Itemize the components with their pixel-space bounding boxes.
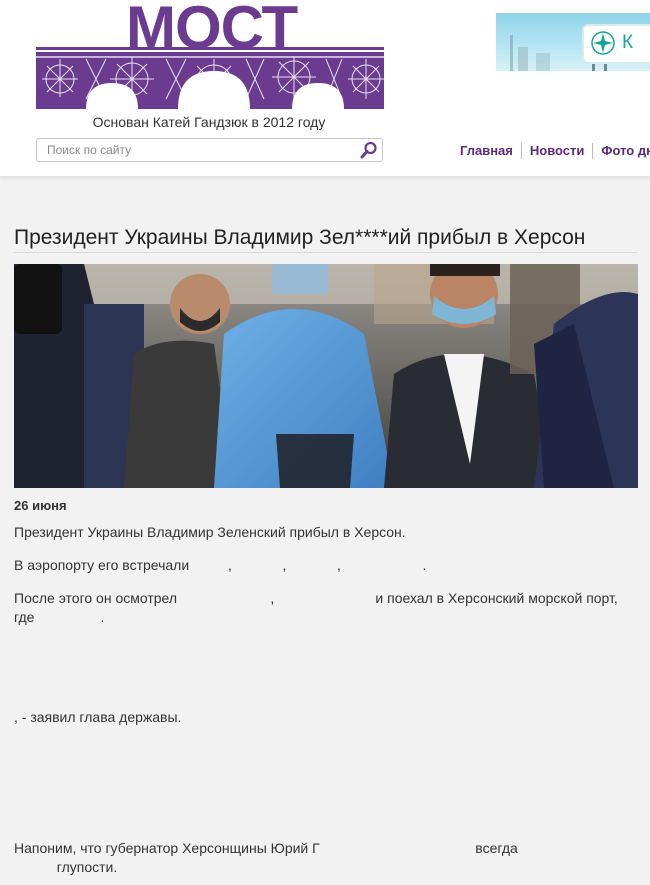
ad-sign: К [582,24,650,64]
article-paragraph: Президент Украины Владимир Зеленский при… [14,524,406,540]
bridge-logo-graphic[interactable] [36,47,384,109]
article-date: 26 июня [14,498,67,513]
nav-item-home[interactable]: Главная [455,143,521,159]
search-box [36,138,383,162]
article-paragraph: После этого он осмотрел , и поехал в Хер… [14,590,622,625]
photo-illustration [14,264,638,488]
ad-banner[interactable]: К [496,13,650,71]
search-icon [360,141,377,159]
nav-item-photo-of-day[interactable]: Фото дня [592,143,650,159]
compass-icon [591,31,615,55]
site-header: МОСТ Основан Катей Гандзюк в 2012 году К… [0,0,650,177]
main-nav: Главная Новости Фото дня [455,143,650,159]
article-paragraph: В аэропорту его встречали , , , . [14,557,427,573]
article-photo[interactable] [14,264,638,488]
nav-item-news[interactable]: Новости [520,143,593,159]
article-title: Президент Украины Владимир Зел****ий при… [14,224,637,253]
site-tagline: Основан Катей Гандзюк в 2012 году [92,114,326,130]
article-paragraph: , - заявил глава державы. [14,709,182,725]
search-button[interactable] [358,140,380,160]
ad-text: К [622,32,634,53]
search-input[interactable] [37,139,355,161]
article-paragraph: Напоним, что губернатор Херсонщины Юрий … [14,840,518,875]
